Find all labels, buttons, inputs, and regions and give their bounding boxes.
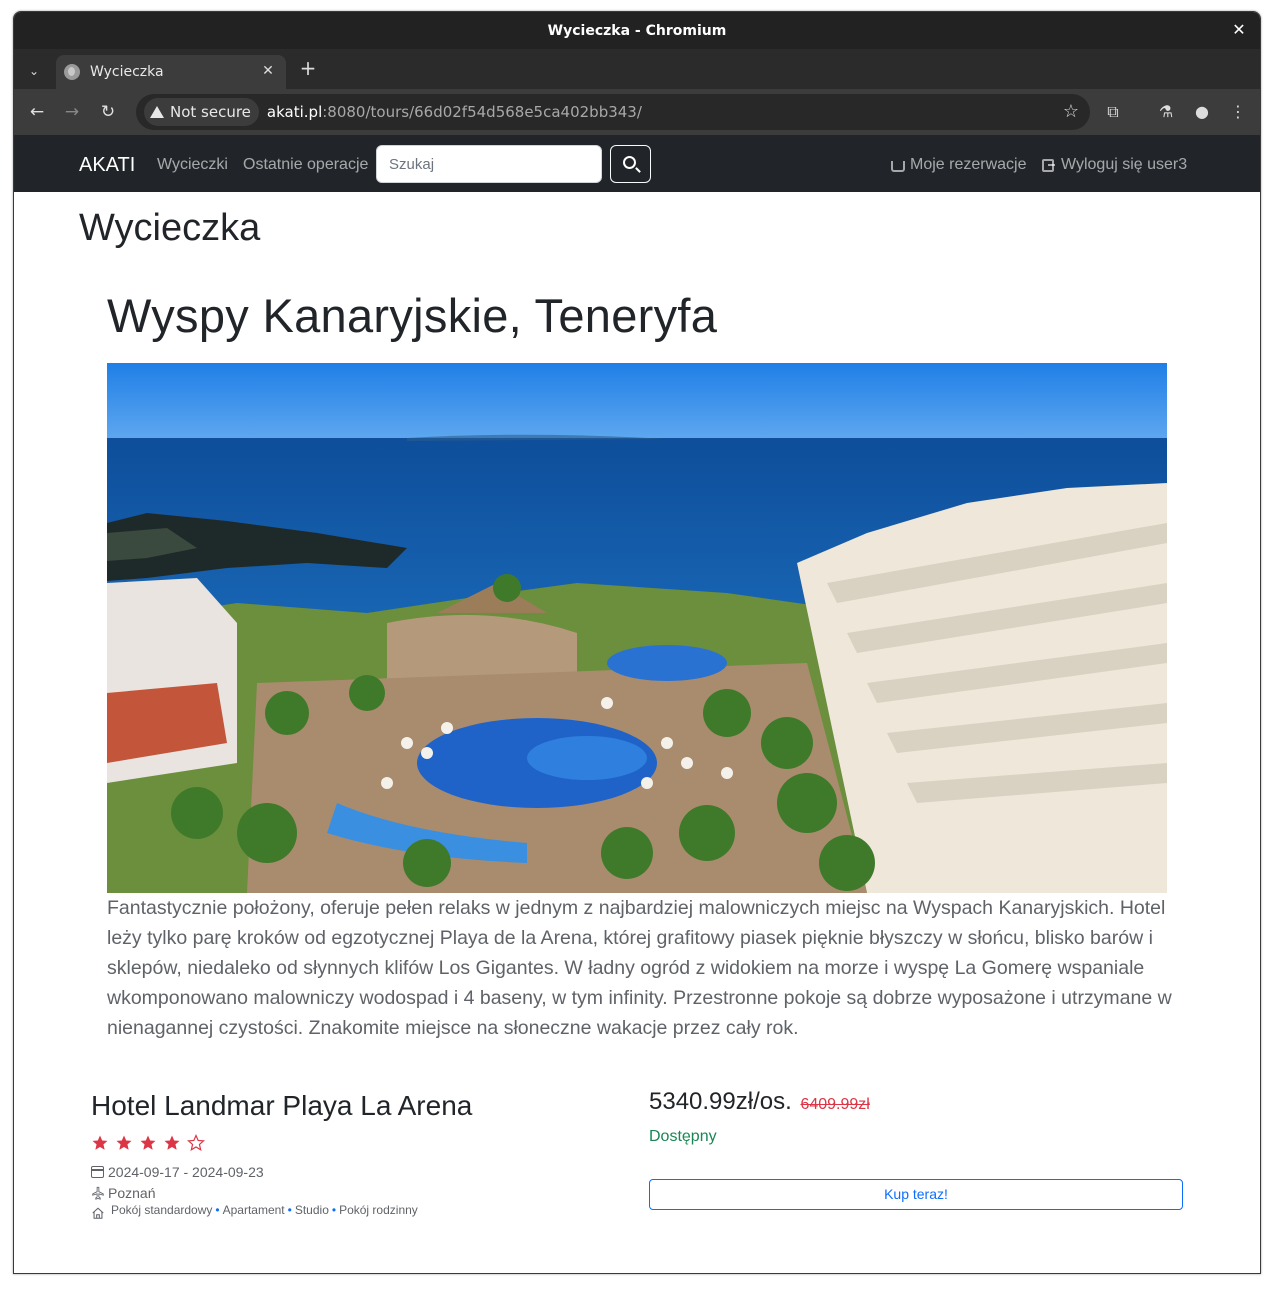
basket-icon <box>891 160 905 172</box>
reload-icon[interactable]: ↻ <box>97 101 119 123</box>
nav-link-recent-operations[interactable]: Ostatnie operacje <box>243 156 368 174</box>
hotel-room-types: Pokój standardowy • Apartament • Studio … <box>91 1203 418 1219</box>
tab-search-chevron-icon[interactable]: ⌄ <box>24 61 44 81</box>
house-icon <box>92 1207 104 1219</box>
kebab-menu-icon[interactable]: ⋮ <box>1227 101 1249 123</box>
address-bar[interactable]: Not secure akati.pl:8080/tours/66d02f54d… <box>136 94 1090 130</box>
search-input[interactable] <box>376 145 602 183</box>
star-filled-icon <box>164 1135 180 1150</box>
tab-active[interactable]: Wycieczka ✕ <box>56 55 286 89</box>
site-navbar: AKATI Wycieczki Ostatnie operacje Moje r… <box>14 135 1260 192</box>
browser-window: Wycieczka - Chromium ✕ ⌄ Wycieczka ✕ + ←… <box>13 11 1261 1274</box>
calendar-icon <box>91 1166 104 1178</box>
new-tab-plus-icon[interactable]: + <box>298 58 318 78</box>
hotel-departure: Poznań <box>91 1185 155 1201</box>
my-reservations-link[interactable]: Moje rezerwacje <box>891 156 1026 174</box>
window-titlebar: Wycieczka - Chromium ✕ <box>14 12 1260 49</box>
forward-arrow-icon[interactable]: → <box>61 101 83 123</box>
dates-text: 2024-09-17 - 2024-09-23 <box>108 1164 264 1180</box>
my-reservations-label: Moje rezerwacje <box>910 156 1027 173</box>
availability-status: Dostępny <box>649 1128 717 1145</box>
search-button[interactable] <box>610 145 651 183</box>
globe-icon <box>64 64 80 80</box>
security-label: Not secure <box>170 103 251 121</box>
airplane-icon <box>92 1186 104 1200</box>
tour-title: Wyspy Kanaryjskie, Teneryfa <box>107 289 718 342</box>
hotel-name: Hotel Landmar Playa La Arena <box>91 1090 473 1121</box>
buy-now-button[interactable]: Kup teraz! <box>649 1179 1183 1210</box>
profile-avatar-icon[interactable]: ● <box>1191 101 1213 123</box>
nav-link-tours[interactable]: Wycieczki <box>157 156 228 174</box>
url-path: :8080/tours/66d02f54d568e5ca402bb343/ <box>322 103 642 121</box>
warning-icon <box>150 106 164 118</box>
tab-title: Wycieczka <box>90 64 164 80</box>
star-filled-icon <box>116 1135 132 1150</box>
room-type: Studio <box>294 1203 329 1217</box>
browser-toolbar: ← → ↻ Not secure akati.pl:8080/tours/66d… <box>14 89 1260 135</box>
logout-icon <box>1042 158 1055 172</box>
hotel-rating <box>91 1134 205 1152</box>
labs-flask-icon[interactable]: ⚗ <box>1155 101 1177 123</box>
page-title: Wycieczka <box>79 207 261 249</box>
back-arrow-icon[interactable]: ← <box>26 101 48 123</box>
hotel-dates: 2024-09-17 - 2024-09-23 <box>91 1164 264 1180</box>
tour-photo <box>107 363 1167 893</box>
logout-link[interactable]: Wyloguj się user3 <box>1042 156 1187 174</box>
logout-label: Wyloguj się user3 <box>1061 156 1188 173</box>
star-filled-icon <box>92 1135 108 1150</box>
window-title: Wycieczka - Chromium <box>547 22 727 39</box>
extensions-puzzle-icon[interactable]: ⧉ <box>1102 101 1124 123</box>
navbar-brand[interactable]: AKATI <box>79 154 135 177</box>
current-price: 5340.99zł/os. <box>649 1088 792 1115</box>
tab-strip: ⌄ Wycieczka ✕ + <box>14 49 1260 89</box>
room-type: Pokój standardowy <box>111 1203 213 1217</box>
window-close-icon[interactable]: ✕ <box>1230 21 1248 39</box>
star-filled-icon <box>140 1135 156 1150</box>
tour-description: Fantastycznie położony, oferuje pełen re… <box>107 897 1172 1039</box>
security-chip[interactable]: Not secure <box>144 98 259 126</box>
url-host: akati.pl <box>266 103 323 121</box>
departure-text: Poznań <box>108 1185 156 1201</box>
search-icon <box>623 156 636 169</box>
old-price: 6409.99zł <box>800 1096 870 1113</box>
star-empty-icon <box>187 1134 205 1151</box>
tab-close-icon[interactable]: ✕ <box>260 63 276 79</box>
web-page: AKATI Wycieczki Ostatnie operacje Moje r… <box>14 135 1260 1273</box>
room-type: Apartament <box>222 1203 285 1217</box>
room-type: Pokój rodzinny <box>339 1203 418 1217</box>
offer-price: 5340.99zł/os. 6409.99zł <box>649 1088 870 1116</box>
bookmark-star-icon[interactable]: ☆ <box>1060 101 1082 122</box>
